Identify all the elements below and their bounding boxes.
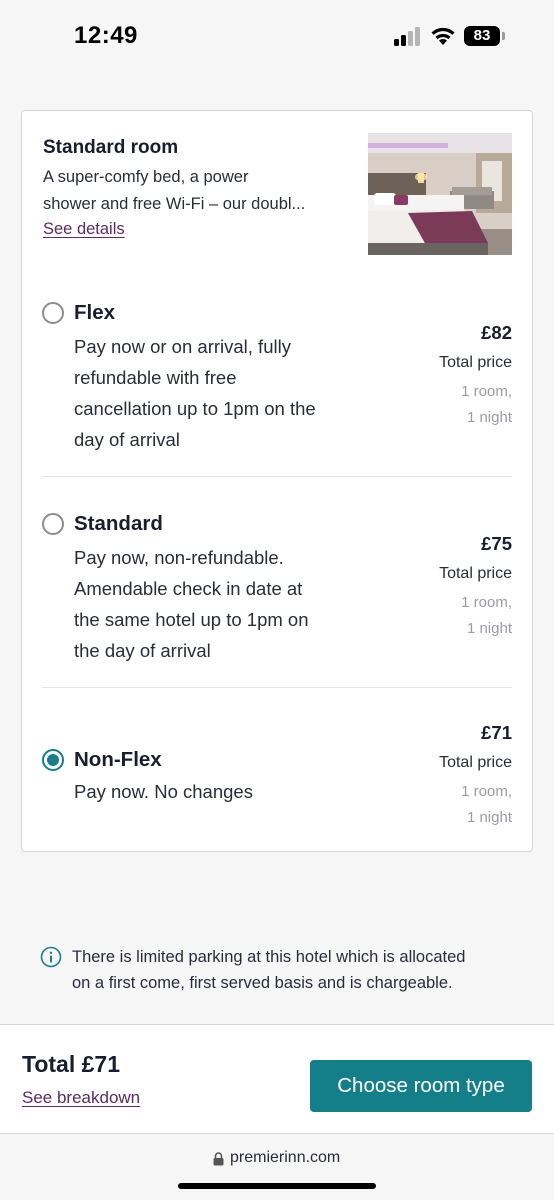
option-price-note-line: 1 room,	[461, 783, 512, 800]
room-header: Standard room A super-comfy bed, a power…	[22, 111, 532, 261]
option-price-label: Total price	[439, 754, 512, 771]
room-photo[interactable]	[368, 133, 512, 255]
option-price-note-line: 1 night	[466, 620, 512, 637]
option-description: Pay now. No changes	[74, 776, 364, 807]
non-flex-radio[interactable]	[42, 749, 64, 771]
room-description: A super-comfy bed, a power shower and fr…	[43, 164, 343, 218]
option-price-note: 1 room, 1 night	[461, 590, 512, 642]
cellular-signal-icon	[394, 26, 422, 46]
rate-option-flex[interactable]: Flex Pay now or on arrival, fully refund…	[42, 297, 512, 467]
option-description-line: the same hotel up to 1pm on	[74, 609, 309, 630]
see-breakdown-link[interactable]: See breakdown	[22, 1088, 140, 1108]
url-text: premierinn.com	[230, 1149, 341, 1166]
option-description-line: cancellation up to 1pm on the	[74, 398, 316, 419]
status-time: 12:49	[74, 22, 138, 49]
option-description-line: Pay now or on arrival, fully	[74, 336, 291, 357]
option-price-note-line: 1 room,	[461, 594, 512, 611]
room-card: Standard room A super-comfy bed, a power…	[21, 110, 533, 852]
total-price: Total £71	[22, 1051, 120, 1077]
lock-icon	[213, 1152, 224, 1166]
rate-option-standard[interactable]: Standard Pay now, non-refundable. Amenda…	[42, 508, 512, 678]
option-description: Pay now, non-refundable. Amendable check…	[74, 542, 364, 666]
option-price-note-line: 1 night	[466, 809, 512, 826]
option-price-label: Total price	[439, 354, 512, 371]
option-price-note: 1 room, 1 night	[461, 379, 512, 431]
option-price-note-line: 1 room,	[461, 383, 512, 400]
option-description-line: Pay now, non-refundable.	[74, 547, 284, 568]
option-title: Standard	[74, 512, 163, 535]
option-description-line: the day of arrival	[74, 640, 211, 661]
room-description-line: shower and free Wi-Fi – our doubl...	[43, 195, 306, 213]
option-description-line: Pay now. No changes	[74, 781, 253, 802]
option-price-note: 1 room, 1 night	[461, 779, 512, 831]
home-indicator[interactable]	[178, 1183, 376, 1189]
browser-url-bar[interactable]: premierinn.com	[0, 1135, 554, 1200]
option-price: £82	[481, 322, 512, 343]
standard-radio[interactable]	[42, 513, 64, 535]
option-description-line: Amendable check in date at	[74, 578, 303, 599]
parking-info-text: There is limited parking at this hotel w…	[72, 944, 522, 996]
battery-icon: 83	[464, 26, 506, 46]
room-title: Standard room	[43, 137, 179, 158]
choose-room-type-button[interactable]: Choose room type	[310, 1060, 532, 1112]
flex-radio[interactable]	[42, 302, 64, 324]
battery-level: 83	[464, 26, 500, 46]
status-bar: 12:49 83	[0, 0, 554, 78]
option-price: £71	[481, 722, 512, 743]
parking-info-line: There is limited parking at this hotel w…	[72, 948, 466, 966]
room-description-line: A super-comfy bed, a power	[43, 168, 249, 186]
option-description: Pay now or on arrival, fully refundable …	[74, 331, 364, 455]
option-divider	[42, 476, 512, 477]
option-price: £75	[481, 533, 512, 554]
option-title: Flex	[74, 301, 116, 324]
option-divider	[42, 687, 512, 688]
parking-info-line: on a first come, first served basis and …	[72, 974, 453, 992]
option-price-label: Total price	[439, 565, 512, 582]
option-description-line: day of arrival	[74, 429, 180, 450]
info-icon	[40, 946, 62, 968]
checkout-bar: Total £71 See breakdown Choose room type	[0, 1024, 554, 1134]
option-description-line: refundable with free	[74, 367, 237, 388]
wifi-icon	[431, 27, 455, 45]
see-details-link[interactable]: See details	[43, 220, 125, 239]
option-price-note-line: 1 night	[466, 409, 512, 426]
option-title: Non-Flex	[74, 748, 162, 771]
rate-option-non-flex[interactable]: Non-Flex Pay now. No changes £71 Total p…	[42, 719, 512, 839]
